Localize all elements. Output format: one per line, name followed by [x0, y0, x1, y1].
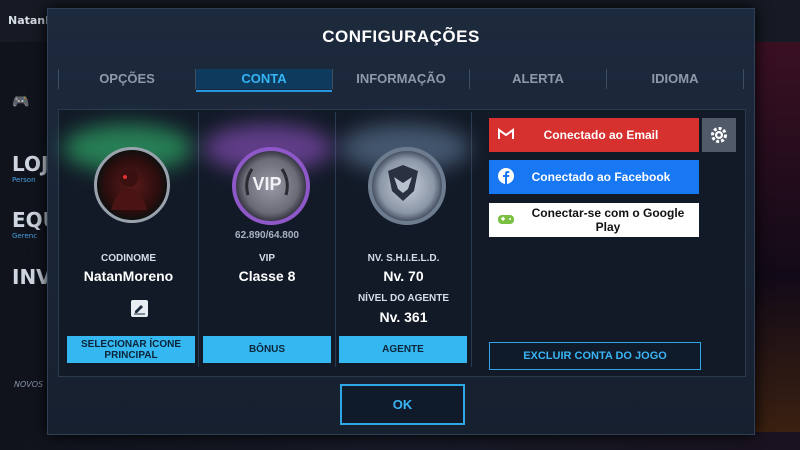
- tab-information[interactable]: INFORMAÇÃO: [332, 69, 469, 89]
- shield-level: Nv. 70: [383, 268, 424, 284]
- facebook-icon: [489, 167, 523, 187]
- shield-badge: [368, 147, 446, 225]
- gmail-icon: [489, 127, 523, 143]
- bonus-button[interactable]: BÔNUS: [203, 336, 331, 363]
- ok-button[interactable]: OK: [340, 384, 465, 425]
- email-account-label: Conectado ao Email: [543, 128, 659, 142]
- eagle-icon: [388, 165, 418, 201]
- gear-icon[interactable]: [702, 118, 736, 152]
- vip-progress: 62.890/64.800: [235, 230, 299, 241]
- vip-badge: VIP: [232, 147, 310, 225]
- agent-level-label: NÍVEL DO AGENTE: [357, 293, 450, 304]
- laurel-icon: VIP: [245, 168, 289, 196]
- agent-button[interactable]: AGENTE: [339, 336, 467, 363]
- edit-icon[interactable]: [131, 300, 148, 317]
- tab-language[interactable]: IDIOMA: [606, 69, 744, 89]
- google-play-label: Conectar-se com o Google Play: [531, 206, 685, 234]
- google-play-button[interactable]: Conectar-se com o Google Play: [489, 203, 699, 237]
- profile-column: CODINOME NatanMoreno SELECIONAR ÍCONE PR…: [59, 112, 199, 367]
- codename-label: CODINOME: [101, 253, 156, 264]
- email-account-button[interactable]: Conectado ao Email: [489, 118, 699, 152]
- codename-value: NatanMoreno: [83, 268, 174, 284]
- side-art: [752, 42, 800, 432]
- profile-avatar[interactable]: [94, 147, 170, 223]
- side-label-store: LOJ Person: [12, 152, 49, 184]
- select-icon-button[interactable]: SELECIONAR ÍCONE PRINCIPAL: [67, 336, 195, 363]
- side-label-inventory: INV: [12, 265, 52, 289]
- tab-account[interactable]: CONTA: [195, 69, 332, 92]
- agent-level: Nv. 361: [379, 309, 428, 325]
- vip-label: VIP: [258, 253, 276, 264]
- facebook-account-label: Conectado ao Facebook: [531, 170, 671, 184]
- shield-column: NV. S.H.I.E.L.D. Nv. 70 NÍVEL DO AGENTE …: [336, 112, 472, 367]
- shield-level-label: NV. S.H.I.E.L.D.: [367, 253, 440, 264]
- tab-options[interactable]: OPÇÕES: [58, 69, 195, 89]
- hero-portrait-icon: [111, 169, 147, 210]
- facebook-account-button[interactable]: Conectado ao Facebook: [489, 160, 699, 194]
- vip-badge-text: VIP: [252, 174, 281, 194]
- dialog-title: CONFIGURAÇÕES: [322, 27, 480, 46]
- tab-bar: OPÇÕES CONTA INFORMAÇÃO ALERTA IDIOMA: [58, 69, 744, 92]
- google-play-games-icon: [489, 213, 523, 228]
- vip-level: Classe 8: [238, 268, 296, 284]
- delete-account-button[interactable]: EXCLUIR CONTA DO JOGO: [489, 342, 701, 370]
- news-label: NOVOS: [14, 380, 44, 389]
- tab-alert[interactable]: ALERTA: [469, 69, 606, 89]
- settings-dialog: CONFIGURAÇÕES OPÇÕES CONTA INFORMAÇÃO AL…: [47, 8, 755, 435]
- gamepad-icon: 🎮: [12, 94, 30, 110]
- vip-column: VIP 62.890/64.800 VIP Classe 8 BÔNUS: [199, 112, 336, 367]
- account-panel: CODINOME NatanMoreno SELECIONAR ÍCONE PR…: [58, 109, 746, 377]
